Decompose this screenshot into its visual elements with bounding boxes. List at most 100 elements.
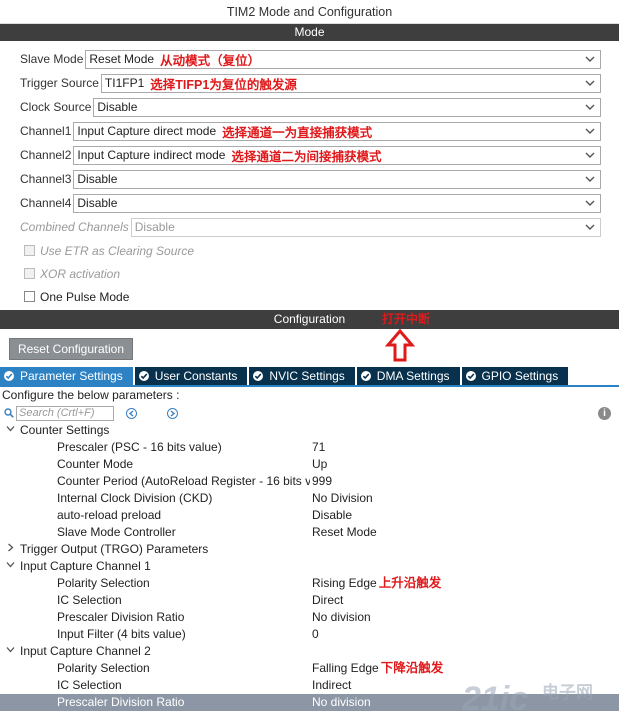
mode-select-value: Reset Mode xyxy=(89,52,155,66)
caret-right-icon[interactable] xyxy=(6,541,16,558)
tree-group[interactable]: Counter Settings xyxy=(0,422,619,439)
mode-row-clock-source: Clock Source Disable xyxy=(18,95,601,119)
parameter-value-cell[interactable]: Indirect xyxy=(312,677,351,694)
parameter-row[interactable]: Polarity Selection Falling Edge 下降沿触发 xyxy=(0,660,619,677)
mode-row-label: Slave Mode xyxy=(20,52,84,66)
mode-row-combined-channels: Combined Channels Disable xyxy=(18,215,601,239)
check-circle-icon xyxy=(253,371,264,381)
parameter-row[interactable]: IC Selection Direct xyxy=(0,592,619,609)
caret-down-icon[interactable] xyxy=(6,422,16,439)
tab-label: DMA Settings xyxy=(376,369,450,383)
tree-group-label: Counter Settings xyxy=(20,423,110,437)
parameter-value-cell[interactable]: No division xyxy=(312,609,371,626)
parameter-value: No Division xyxy=(312,491,373,505)
parameter-name: Counter Mode xyxy=(57,457,134,471)
parameter-value-cell[interactable]: 0 xyxy=(312,626,319,643)
caret-down-icon[interactable] xyxy=(6,558,16,575)
tree-group[interactable]: Input Capture Channel 1 xyxy=(0,558,619,575)
mode-row-channel4: Channel4 Disable xyxy=(18,191,601,215)
parameter-value: No division xyxy=(312,695,371,709)
search-row: Search (Crtl+F) i xyxy=(0,404,619,422)
mode-select-value: Disable xyxy=(77,196,118,210)
parameter-row[interactable]: Prescaler (PSC - 16 bits value) 71 xyxy=(0,439,619,456)
parameter-value-cell[interactable]: Direct xyxy=(312,592,343,609)
checkbox xyxy=(24,245,35,256)
mode-row-label: Channel4 xyxy=(20,196,72,210)
mode-row-label: Clock Source xyxy=(20,100,92,114)
parameter-value: Disable xyxy=(312,508,353,522)
checkbox xyxy=(24,268,35,279)
parameter-row[interactable]: Prescaler Division Ratio No division xyxy=(0,694,619,711)
parameter-value: 999 xyxy=(312,474,333,488)
mode-row-channel3: Channel3 Disable xyxy=(18,167,601,191)
parameter-value-cell[interactable]: 999 xyxy=(312,473,332,490)
parameter-row[interactable]: IC Selection Indirect xyxy=(0,677,619,694)
parameter-settings-panel: Configure the below parameters : Search … xyxy=(0,385,619,720)
parameter-value-cell[interactable]: 71 xyxy=(312,439,325,456)
parameter-value-cell[interactable]: Disable xyxy=(312,507,352,524)
configuration-section-header: Configuration 打开中断 xyxy=(0,310,619,329)
mode-select[interactable]: TI1FP1 选择TIFP1为复位的触发源 xyxy=(100,73,601,93)
tab-gpio-settings[interactable]: GPIO Settings xyxy=(461,367,569,385)
parameter-annotation: 下降沿触发 xyxy=(380,661,444,675)
parameter-row[interactable]: Input Filter (4 bits value) 0 xyxy=(0,626,619,643)
checkbox[interactable] xyxy=(24,291,35,302)
parameter-value-cell[interactable]: No division xyxy=(312,694,371,711)
parameter-row[interactable]: auto-reload preload Disable xyxy=(0,507,619,524)
parameter-name: IC Selection xyxy=(57,593,122,607)
search-icon xyxy=(4,408,14,418)
parameter-name: Polarity Selection xyxy=(57,576,150,590)
parameter-row[interactable]: Counter Mode Up xyxy=(0,456,619,473)
parameter-row[interactable]: Prescaler Division Ratio No division xyxy=(0,609,619,626)
search-next-icon[interactable] xyxy=(167,407,178,419)
search-input[interactable]: Search (Crtl+F) xyxy=(16,405,114,421)
tree-group[interactable]: Trigger Output (TRGO) Parameters xyxy=(0,541,619,558)
mode-select[interactable]: Input Capture direct mode 选择通道一为直接捕获模式 xyxy=(73,121,601,141)
parameter-value-cell[interactable]: Rising Edge 上升沿触发 xyxy=(312,575,441,592)
mode-select-value: TI1FP1 xyxy=(104,76,145,90)
mode-select-value: Input Capture indirect mode xyxy=(77,148,226,162)
mode-row-label: Channel2 xyxy=(20,148,72,162)
checkbox-row[interactable]: One Pulse Mode xyxy=(18,285,601,308)
tab-dma-settings[interactable]: DMA Settings xyxy=(356,367,460,385)
parameter-row[interactable]: Slave Mode Controller Reset Mode xyxy=(0,524,619,541)
mode-section-header: Mode xyxy=(0,24,619,41)
tree-group-label: Input Capture Channel 2 xyxy=(20,644,151,658)
mode-select[interactable]: Disable xyxy=(73,169,601,189)
parameter-row[interactable]: Internal Clock Division (CKD) No Division xyxy=(0,490,619,507)
checkbox-label: XOR activation xyxy=(40,266,121,281)
parameter-value-cell[interactable]: Up xyxy=(312,456,327,473)
mode-select[interactable]: Reset Mode 从动模式（复位） xyxy=(85,49,601,69)
mode-select[interactable]: Disable xyxy=(73,193,601,213)
check-circle-icon xyxy=(360,371,371,381)
parameter-row[interactable]: Polarity Selection Rising Edge 上升沿触发 xyxy=(0,575,619,592)
mode-select[interactable]: Disable xyxy=(93,97,601,117)
mode-row-annotation: 选择通道二为间接捕获模式 xyxy=(231,149,382,164)
mode-panel: Slave Mode Reset Mode 从动模式（复位） Trigger Sour… xyxy=(0,41,619,310)
info-icon[interactable]: i xyxy=(598,407,611,420)
mode-row-label: Channel1 xyxy=(20,124,72,138)
tab-parameter-settings[interactable]: Parameter Settings xyxy=(0,367,133,385)
check-circle-icon xyxy=(4,371,14,381)
tab-user-constants[interactable]: User Constants xyxy=(134,367,248,385)
check-circle-icon xyxy=(465,371,476,381)
tree-group-label: Trigger Output (TRGO) Parameters xyxy=(20,542,209,556)
tab-nvic-settings[interactable]: NVIC Settings xyxy=(249,367,355,385)
parameter-value-cell[interactable]: Falling Edge 下降沿触发 xyxy=(312,660,443,677)
tab-label: User Constants xyxy=(154,369,238,383)
reset-configuration-button[interactable]: Reset Configuration xyxy=(9,338,133,360)
parameter-row[interactable]: Counter Period (AutoReload Register - 16… xyxy=(0,473,619,490)
search-previous-icon[interactable] xyxy=(126,407,137,419)
caret-down-icon[interactable] xyxy=(6,643,16,660)
mode-select[interactable]: Input Capture indirect mode 选择通道二为间接捕获模式 xyxy=(73,145,601,165)
parameter-name: Internal Clock Division (CKD) xyxy=(57,491,213,505)
mode-row-annotation: 从动模式（复位） xyxy=(160,53,261,68)
configuration-tabs: Parameter Settings User Constants NVIC Set… xyxy=(0,367,570,385)
parameter-value: Up xyxy=(312,457,328,471)
checkbox-row: Use ETR as Clearing Source xyxy=(18,239,601,262)
tree-group[interactable]: Input Capture Channel 2 xyxy=(0,643,619,660)
enable-interrupt-annotation: 打开中断 xyxy=(382,312,431,326)
parameter-value-cell[interactable]: No Division xyxy=(312,490,373,507)
parameter-value-cell[interactable]: Reset Mode xyxy=(312,524,377,541)
parameter-name: Polarity Selection xyxy=(57,661,150,675)
